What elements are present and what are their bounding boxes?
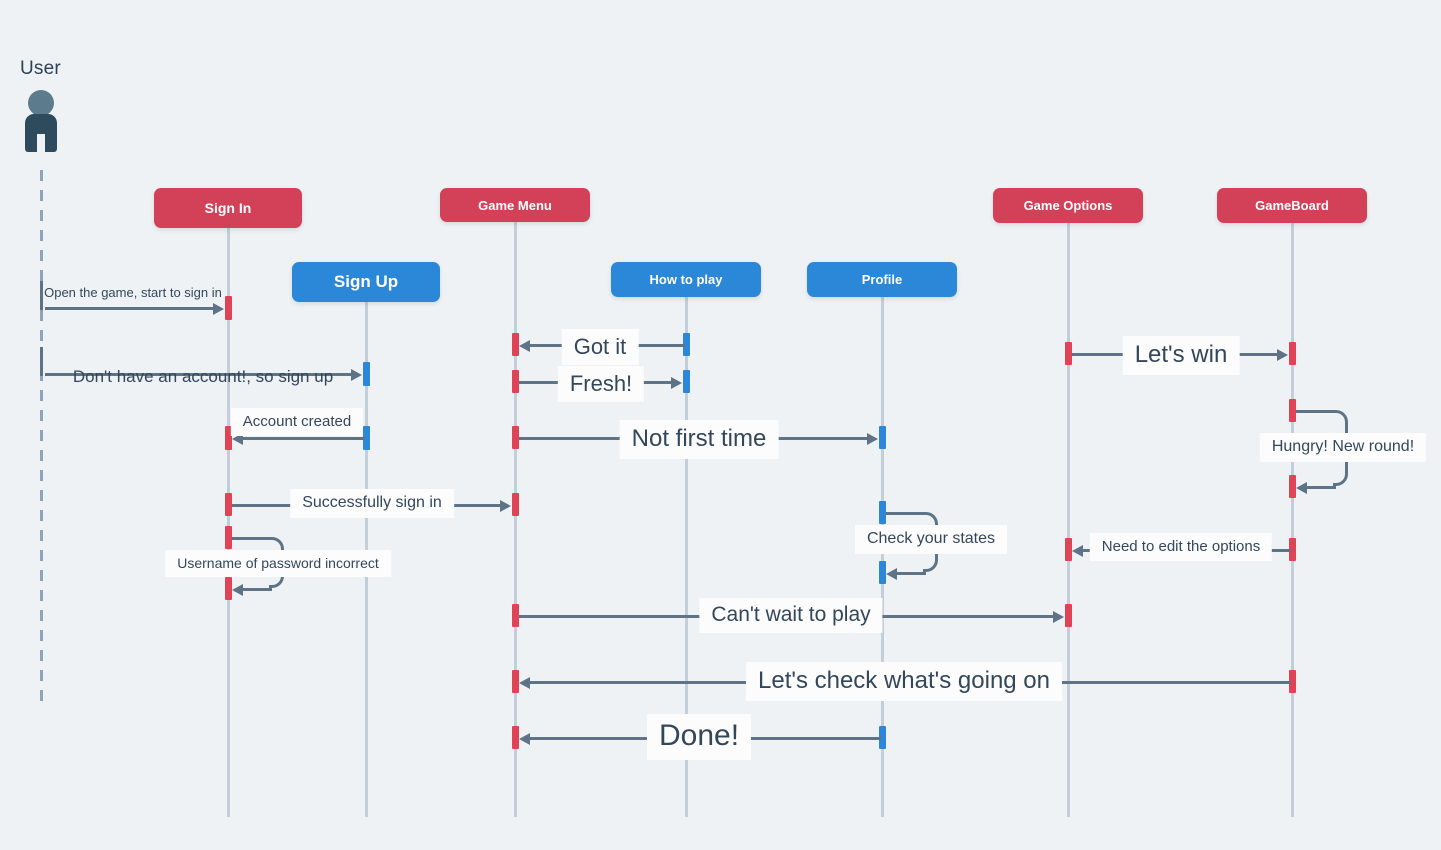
lifeline-user (40, 170, 43, 702)
activation-bar-gameboard (1289, 475, 1296, 498)
lifeline-gameoptions (1067, 223, 1070, 817)
participant-box-gamemenu[interactable]: Game Menu (440, 188, 590, 222)
actor-head-icon (28, 90, 54, 116)
message-label-m10: Check your states (854, 525, 1008, 555)
message-arrowhead-m2 (351, 369, 362, 381)
message-label-m1: Open the game, start to sign in (44, 285, 222, 300)
activation-bar-howtoplay (683, 370, 690, 393)
self-loop-corner-bottom-m9 (1333, 471, 1348, 486)
lifeline-gameboard (1291, 223, 1294, 817)
message-line-m1 (45, 307, 216, 310)
message-label-m14: Let's check what's going on (745, 662, 1063, 701)
participant-box-gameboard[interactable]: GameBoard (1217, 188, 1367, 223)
self-loop-corner-bottom-m10 (923, 557, 938, 572)
activation-bar-gameboard (1289, 399, 1296, 422)
activation-bar-gamemenu (512, 670, 519, 693)
message-label-m9: Hungry! New round! (1259, 433, 1427, 463)
participant-box-howtoplay[interactable]: How to play (611, 262, 761, 297)
message-arrowhead-m12 (1072, 545, 1083, 557)
participant-label: How to play (649, 272, 723, 287)
message-arrowhead-m6 (867, 433, 878, 445)
participant-label: Profile (861, 272, 903, 287)
participant-box-signin[interactable]: Sign In (154, 188, 302, 228)
message-arrowhead-m5 (671, 377, 682, 389)
message-arrowhead-m8 (1277, 349, 1288, 361)
message-arrowhead-m4 (519, 340, 530, 352)
activation-bar-gamemenu (512, 493, 519, 516)
self-loop-bottom-m10 (897, 572, 926, 575)
activation-bar-gameboard (1289, 342, 1296, 365)
message-arrowhead-m9 (1296, 482, 1307, 494)
activation-bar-gameoptions (1065, 538, 1072, 561)
activation-bar-gamemenu (512, 604, 519, 627)
actor-leg-gap (37, 134, 45, 156)
message-label-m2: Don't have an account!, so sign up (72, 367, 334, 386)
message-arrowhead-m7 (500, 500, 511, 512)
sequence-diagram-canvas: User Sign In Sign Up Game Menu How to play P… (0, 0, 1441, 850)
participant-label: Game Menu (478, 197, 552, 213)
message-arrowhead-m15 (519, 733, 530, 745)
message-label-m15: Done! (646, 714, 752, 760)
message-label-m12: Need to edit the options (1089, 533, 1273, 562)
activation-bar-profile (879, 501, 886, 524)
self-loop-bottom-m9 (1307, 486, 1336, 489)
message-arrowhead-m14 (519, 677, 530, 689)
participant-box-gameoptions[interactable]: Game Options (993, 188, 1143, 223)
activation-bar-signin (225, 577, 232, 600)
activation-bar-gameoptions (1065, 604, 1072, 627)
message-label-m8: Let's win (1122, 336, 1240, 375)
participant-label: Sign In (204, 200, 252, 216)
self-loop-bottom-m11 (243, 588, 272, 591)
activation-bar-gamemenu (512, 426, 519, 449)
participant-box-signup[interactable]: Sign Up (292, 262, 440, 302)
message-arrowhead-m11 (232, 584, 243, 596)
activation-bar-gamemenu (512, 370, 519, 393)
message-arrowhead-m10 (886, 568, 897, 580)
participant-label: GameBoard (1255, 198, 1329, 213)
participant-label: Sign Up (333, 272, 399, 291)
message-label-m11: Username of password incorrect (165, 550, 391, 578)
activation-bar-gamemenu (512, 333, 519, 356)
message-label-m13: Can't wait to play (699, 598, 883, 634)
self-loop-corner-top-m9 (1333, 410, 1348, 425)
activation-bar-gamemenu (512, 726, 519, 749)
message-label-m4: Got it (561, 329, 639, 366)
self-loop-top-m11 (232, 537, 272, 540)
message-label-m5: Fresh! (557, 366, 645, 403)
message-label-m6: Not first time (619, 420, 779, 459)
self-loop-top-m9 (1296, 410, 1336, 413)
self-loop-top-m10 (886, 512, 926, 515)
message-stub-m2 (40, 347, 43, 376)
participant-box-profile[interactable]: Profile (807, 262, 957, 297)
activation-bar-signup (363, 362, 370, 386)
participant-label: Game Options (1023, 198, 1113, 213)
message-arrowhead-m13 (1053, 611, 1064, 623)
actor-label: User (20, 58, 61, 79)
activation-bar-signin (225, 493, 232, 516)
activation-bar-profile (879, 426, 886, 449)
message-line-m3 (243, 437, 365, 440)
message-label-m3: Account created (230, 408, 364, 437)
activation-bar-signin (225, 526, 232, 549)
activation-bar-profile (879, 561, 886, 584)
activation-bar-gameoptions (1065, 342, 1072, 365)
message-label-m7: Successfully sign in (290, 489, 454, 519)
